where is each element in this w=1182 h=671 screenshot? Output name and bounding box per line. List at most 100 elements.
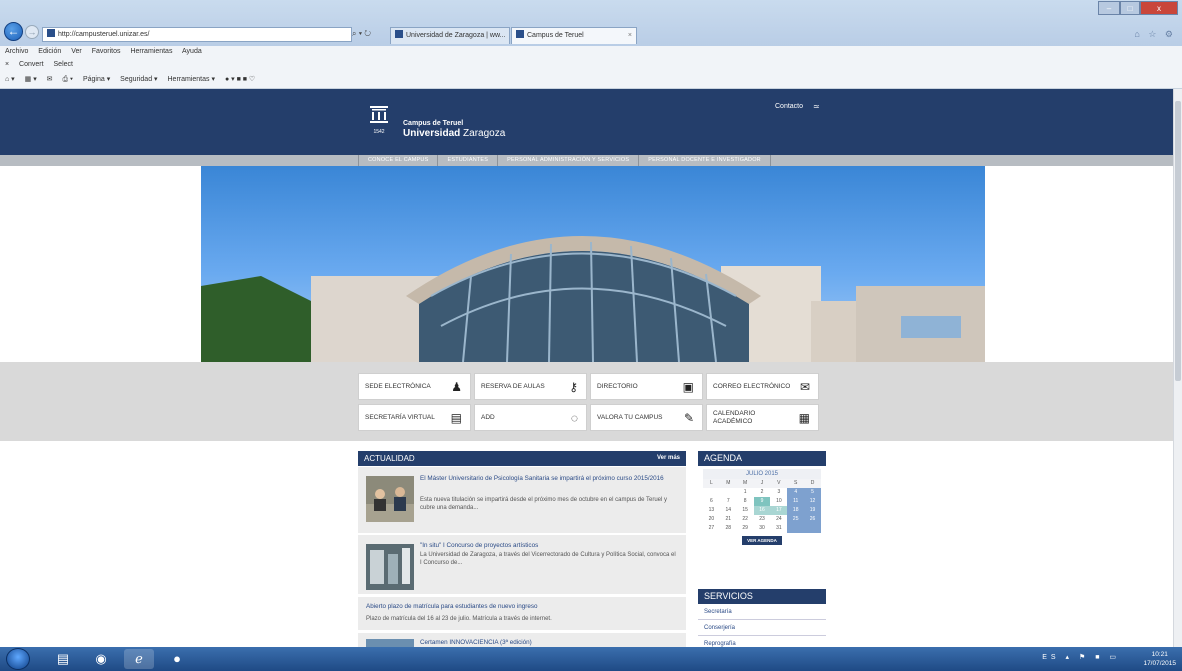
quicklink-secretaria-virtual[interactable]: SECRETARÍA VIRTUAL ▤ [358, 404, 471, 431]
pagina-menu[interactable]: Página ▾ [83, 76, 110, 83]
print-icon[interactable]: ⎙ ▾ [63, 76, 74, 83]
calendar-day[interactable]: 12 [804, 497, 821, 506]
page-scrollbar[interactable] [1173, 89, 1182, 647]
close-window-button[interactable]: x [1140, 1, 1178, 15]
contact-link[interactable]: Contacto [775, 103, 803, 110]
servicio-conserjeria[interactable]: Conserjería [698, 621, 826, 636]
servicio-reprografia[interactable]: Reprografía [698, 637, 826, 647]
calendar-day[interactable]: 27 [703, 524, 720, 533]
calendar-day[interactable]: 25 [787, 515, 805, 524]
menu-archivo[interactable]: Archivo [5, 48, 28, 55]
quicklink-sede-electronica[interactable]: SEDE ELECTRÓNICA ♟ [358, 373, 471, 400]
nav-personal-administracion[interactable]: PERSONAL ADMINISTRACIÓN Y SERVICIOS [497, 155, 638, 166]
calendar-day[interactable]: 13 [703, 506, 720, 515]
news-thumbnail [366, 639, 414, 647]
news-title[interactable]: Certamen INNOVACIENCIA (3ª edición) [420, 639, 676, 647]
calendar-day[interactable]: 30 [754, 524, 771, 533]
herramientas-menu[interactable]: Herramientas ▾ [168, 76, 215, 83]
ver-mas-link[interactable]: Ver más [657, 451, 680, 466]
maximize-button[interactable]: □ [1120, 1, 1140, 15]
news-item[interactable]: Abierto plazo de matrícula para estudian… [358, 597, 686, 631]
address-bar[interactable]: http://campusteruel.unizar.es/ [42, 27, 352, 42]
calendar-day[interactable]: 17 [770, 506, 788, 515]
taskbar-clock[interactable]: 10:21 17/07/2015 [1143, 650, 1176, 668]
nav-conoce-campus[interactable]: CONOCE EL CAMPUS [358, 155, 437, 166]
tab-campus-teruel[interactable]: Campus de Teruel × [511, 27, 637, 44]
calendar-day[interactable]: 4 [787, 488, 805, 497]
news-title[interactable]: El Máster Universitario de Psicología Sa… [420, 475, 676, 484]
seguridad-menu[interactable]: Seguridad ▾ [120, 76, 157, 83]
system-tray[interactable]: ES ▴ ⚑ ■ ▭ [1042, 653, 1120, 661]
convert-button[interactable]: Convert [19, 61, 44, 68]
calendar-day[interactable]: 10 [770, 497, 787, 506]
toolbar-close-icon[interactable]: × [5, 61, 9, 68]
key-icon: ⚷ [569, 380, 578, 394]
file-explorer-icon[interactable]: ▤ [48, 649, 78, 669]
scrollbar-thumb[interactable] [1175, 101, 1181, 381]
calendar-day[interactable]: 15 [737, 506, 754, 515]
quicklink-add[interactable]: ADD ◌ [474, 404, 587, 431]
address-search-refresh-icons[interactable]: ⌕ ▾ ↻ [352, 29, 371, 39]
calendar-day[interactable]: 20 [703, 515, 720, 524]
start-button[interactable] [6, 648, 30, 670]
back-button[interactable]: ← [4, 22, 23, 41]
menu-herramientas[interactable]: Herramientas [130, 48, 172, 55]
app-icon[interactable]: ● [162, 649, 192, 669]
calendar-day[interactable]: 28 [720, 524, 737, 533]
calendar-day[interactable]: 22 [737, 515, 754, 524]
site-logo-text[interactable]: Campus de Teruel Universidad Zaragoza [403, 120, 505, 139]
tab-universidad[interactable]: Universidad de Zaragoza | ww... [390, 27, 510, 44]
chrome-icon[interactable]: ◉ [86, 649, 116, 669]
home-favorites-settings-icons[interactable]: ⌂ ☆ ⚙ [1134, 29, 1176, 40]
feeds-icon[interactable]: ▦ ▾ [25, 76, 37, 83]
calendar-day[interactable]: 2 [754, 488, 771, 497]
news-item[interactable]: "In situ" I Concurso de proyectos artíst… [358, 535, 686, 595]
menu-ayuda[interactable]: Ayuda [182, 48, 202, 55]
calendar-day[interactable]: 14 [720, 506, 737, 515]
menu-ver[interactable]: Ver [71, 48, 82, 55]
calendar-day[interactable]: 9 [753, 497, 771, 506]
calendar-day[interactable]: 18 [787, 506, 805, 515]
ver-agenda-button[interactable]: VER AGENDA [742, 536, 782, 545]
nav-personal-docente[interactable]: PERSONAL DOCENTE E INVESTIGADOR [638, 155, 771, 166]
calendar-day[interactable]: 16 [753, 506, 771, 515]
forward-button[interactable]: → [25, 25, 39, 39]
calendar-day[interactable]: 21 [720, 515, 737, 524]
quicklink-reserva-aulas[interactable]: RESERVA DE AULAS ⚷ [474, 373, 587, 400]
servicio-secretaria[interactable]: Secretaría [698, 605, 826, 620]
news-title[interactable]: Abierto plazo de matrícula para estudian… [366, 603, 622, 612]
menu-edicion[interactable]: Edición [38, 48, 61, 55]
news-item[interactable]: El Máster Universitario de Psicología Sa… [358, 467, 686, 534]
select-button[interactable]: Select [54, 61, 73, 68]
addon-icons[interactable]: ● ▾ ■ ■ ♡ [225, 76, 255, 83]
quicklink-calendario[interactable]: CALENDARIO ACADÉMICO ▦ [706, 404, 819, 431]
nav-estudiantes[interactable]: ESTUDIANTES [437, 155, 497, 166]
calendar-day[interactable]: 19 [804, 506, 821, 515]
menu-favoritos[interactable]: Favoritos [92, 48, 121, 55]
quicklink-correo[interactable]: CORREO ELECTRÓNICO ✉ [706, 373, 819, 400]
tab-close-icon[interactable]: × [628, 28, 632, 43]
rss-icon[interactable]: ≃ [813, 102, 820, 111]
calendar-day[interactable]: 1 [737, 488, 754, 497]
home-icon[interactable]: ⌂ ▾ [5, 76, 15, 83]
calendar-day[interactable]: 31 [770, 524, 787, 533]
calendar-day[interactable]: 26 [804, 515, 821, 524]
calendar-month[interactable]: JULIO 2015 [703, 469, 821, 479]
news-item[interactable]: Certamen INNOVACIENCIA (3ª edición) [358, 633, 686, 647]
minimize-button[interactable]: – [1098, 1, 1120, 15]
calendar-day[interactable]: 24 [770, 515, 787, 524]
quicklink-valora-campus[interactable]: VALORA TU CAMPUS ✎ [590, 404, 703, 431]
calendar-day[interactable]: 7 [720, 497, 737, 506]
calendar-day[interactable]: 3 [770, 488, 787, 497]
university-logo[interactable]: 1542 [369, 106, 389, 136]
internet-explorer-icon[interactable]: ℯ [124, 649, 154, 669]
quicklink-directorio[interactable]: DIRECTORIO ▣ [590, 373, 703, 400]
mail-icon[interactable]: ✉ [47, 76, 53, 83]
news-title[interactable]: "In situ" I Concurso de proyectos artíst… [420, 542, 676, 551]
calendar-day[interactable]: 29 [737, 524, 754, 533]
calendar-day[interactable]: 5 [804, 488, 821, 497]
calendar-day[interactable]: 8 [737, 497, 754, 506]
calendar-day[interactable]: 11 [787, 497, 805, 506]
calendar-day[interactable]: 6 [703, 497, 720, 506]
calendar-day[interactable]: 23 [754, 515, 771, 524]
